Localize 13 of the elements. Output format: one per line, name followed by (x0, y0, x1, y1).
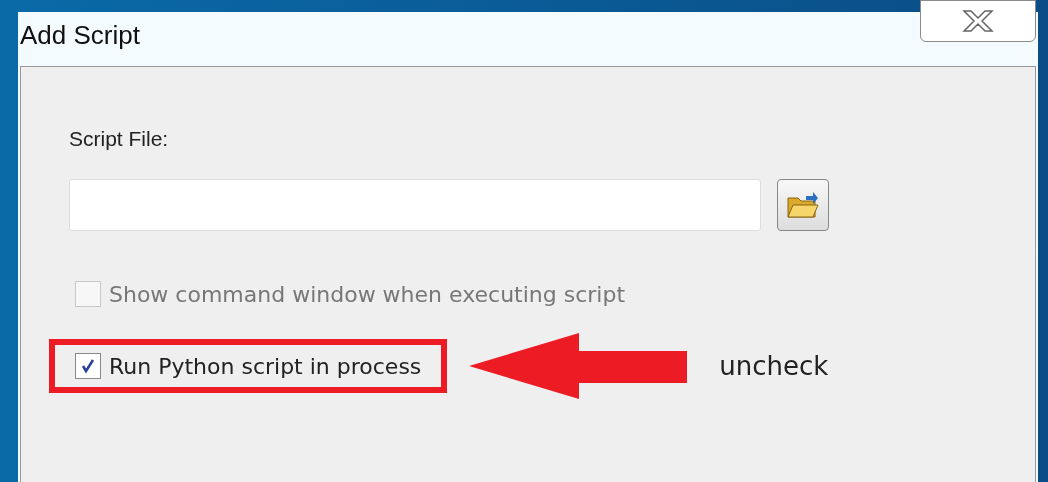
checkbox-label: Show command window when executing script (109, 281, 626, 307)
close-icon (961, 10, 995, 32)
checkbox-label: Run Python script in process (109, 353, 422, 379)
browse-button[interactable] (777, 179, 829, 231)
script-file-field[interactable] (69, 179, 761, 231)
annotation-text: uncheck (719, 351, 829, 381)
arrow-icon (469, 331, 690, 401)
field-label: Script File: (69, 127, 170, 151)
window-title: Add Script (20, 19, 140, 51)
checkbox[interactable] (75, 353, 101, 379)
folder-icon (786, 190, 820, 220)
close-button[interactable] (920, 0, 1036, 42)
checkmark-icon (79, 357, 97, 375)
